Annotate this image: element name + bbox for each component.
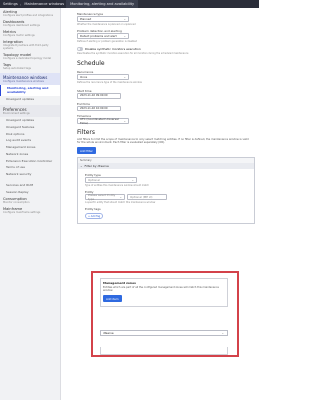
add-item-button[interactable]: Add item (103, 295, 122, 303)
entity-id-placeholder: Optional (ME id) (130, 195, 153, 200)
entity-id-input[interactable]: Optional (ME id) (127, 194, 167, 201)
filter-summary-value: Filter by dtserve (84, 164, 109, 169)
recurrence-select[interactable]: Once ⌄ (77, 74, 129, 80)
chevron-down-icon: ⌄ (123, 119, 126, 124)
maintenance-type-help: Whether the maintenance is planned or un… (77, 23, 136, 26)
entity-type-select[interactable]: Optional ⌄ (85, 177, 137, 184)
entity-type-value: Optional (88, 178, 100, 183)
entity-row: Please select Entity type ⌄ Optional (ME… (85, 193, 251, 202)
sidebar-group-consumption[interactable]: Consumption Monitor consumption (0, 195, 60, 205)
chevron-down-icon: ⌄ (119, 195, 122, 200)
add-tag-button[interactable]: + Add Tag (85, 213, 104, 220)
sidebar-item-session-replay[interactable]: Session Replay (0, 188, 60, 195)
toggle-switch[interactable] (77, 47, 83, 51)
sidebar-item-preference[interactable]: Log audit events (0, 137, 60, 144)
entity-type-placeholder: Please select Entity type (88, 193, 116, 202)
sidebar-item-preference[interactable]: Disk options (0, 130, 60, 137)
sidebar-group-desc: Integrate Dynatrace with third-party sys… (3, 44, 49, 50)
sidebar-item-preference[interactable]: Management zones (0, 144, 60, 151)
sidebar-group-desc: Configure dashboard settings (3, 24, 40, 27)
management-zones-title: Management zones (103, 281, 136, 285)
management-zones-highlight: Management zones Entities which are part… (91, 271, 239, 357)
entity-type-inline-select[interactable]: Please select Entity type ⌄ (85, 193, 125, 202)
schedule-heading: Schedule (77, 60, 105, 67)
timezone-select[interactable]: UTC (Coordinated Universal Time) ⌄ (77, 117, 129, 126)
management-zones-panel-footer (100, 347, 228, 355)
synthetic-help: Deactivates the synthetic monitors execu… (77, 52, 189, 55)
management-zones-desc: Entities which are part of all the confi… (103, 286, 219, 293)
end-time-label: End time (77, 101, 90, 106)
problem-detection-label: Problem detection and alerting (77, 29, 122, 33)
breadcrumb-settings[interactable]: Settings (0, 2, 20, 6)
entity-help: A specific entity that should match this… (85, 201, 156, 205)
sidebar-group-integration[interactable]: Integration Integrate Dynatrace with thi… (0, 38, 60, 51)
settings-sidebar: Alerting Configure alert profiles and in… (0, 8, 61, 400)
sidebar-group-metrics[interactable]: Metrics Configure metric settings (0, 28, 60, 38)
start-time-input[interactable]: 2023-11-02 09:00:00 (77, 93, 121, 99)
sidebar-group-desc: Configure maintenance windows (3, 80, 44, 83)
end-time-input[interactable]: 2023-11-02 10:00:00 (77, 105, 121, 112)
sidebar-group-mainframe[interactable]: Mainframe Configure mainframe settings (0, 205, 60, 215)
management-zone-value: dtserve (103, 331, 114, 335)
recurrence-value: Once (80, 75, 88, 79)
chevron-down-icon: ⌄ (123, 75, 126, 79)
timezone-value: UTC (Coordinated Universal Time) (80, 117, 119, 126)
problem-detection-help: Defines if alerting or problem generatio… (77, 40, 137, 43)
sidebar-group-desc: Configure a dedicated topology model (3, 57, 51, 60)
maintenance-type-value: Planned (80, 17, 92, 21)
filters-heading: Filters (77, 129, 95, 137)
sidebar-item-preference[interactable]: Terms of use (0, 164, 60, 171)
sidebar-item-preference[interactable]: Network security (0, 171, 60, 178)
maintenance-type-select[interactable]: Planned ⌄ (77, 16, 129, 22)
chevron-down-icon: ⌄ (80, 164, 83, 169)
sidebar-group-maintenance-windows[interactable]: Maintenance windows Configure maintenanc… (0, 73, 60, 85)
synthetic-toggle-row[interactable]: Disable synthetic monitors execution (77, 47, 259, 51)
chevron-down-icon: ⌄ (123, 17, 126, 21)
synthetic-toggle-label: Disable synthetic monitors execution (85, 47, 141, 51)
sidebar-item-monitoring-alerting-availability[interactable]: Monitoring, alerting and availability (0, 85, 60, 96)
filter-panel: Summary ⌄ Filter by dtserve Entity type … (77, 157, 255, 225)
sidebar-group-desc: Environment settings (3, 111, 30, 115)
sidebar-item-preference[interactable]: OneAgent features (0, 123, 60, 130)
sidebar-group-desc: Setup automated tags (3, 67, 31, 70)
breadcrumb-current-page: Monitoring, alerting and availability (66, 0, 139, 8)
sidebar-item-preference[interactable]: Extension Execution Controller (0, 157, 60, 164)
sidebar-group-alerting[interactable]: Alerting Configure alert profiles and in… (0, 8, 60, 18)
breadcrumb-maintenance-windows[interactable]: Maintenance windows (21, 2, 66, 6)
management-zone-select[interactable]: dtserve ⌄ (100, 330, 228, 336)
sidebar-group-desc: Monitor consumption (3, 201, 30, 205)
sidebar-item-services-and-rum[interactable]: Services and RUM (0, 182, 60, 189)
chevron-down-icon: ⌄ (221, 331, 224, 335)
sidebar-group-dashboards[interactable]: Dashboards Configure dashboard settings (0, 18, 60, 28)
top-breadcrumb-bar: Settings › Maintenance windows Monitorin… (0, 0, 259, 8)
problem-detection-value: Detect problems and alert (80, 34, 117, 38)
sidebar-group-preferences[interactable]: Preferences Environment settings (0, 104, 60, 117)
chevron-down-icon: ⌄ (131, 178, 134, 183)
recurrence-help: Defines the recurrence type of the maint… (77, 81, 142, 84)
problem-detection-select[interactable]: Detect problems and alert ⌄ (77, 33, 129, 39)
entity-type-help: Type of entities this maintenance window… (85, 184, 149, 188)
entity-tags-label: Entity tags (85, 207, 101, 212)
sidebar-group-tags[interactable]: Tags Setup automated tags (0, 61, 60, 71)
sidebar-item-preference[interactable]: OneAgent updates (0, 117, 60, 124)
sidebar-item-oneagent-updates[interactable]: OneAgent updates (0, 96, 60, 103)
management-zones-panel: Management zones Entities which are part… (100, 278, 228, 308)
add-filter-button[interactable]: Add filter (77, 147, 96, 155)
sidebar-group-desc: Configure mainframe settings (3, 211, 41, 215)
filter-panel-body: Entity type Optional ⌄ Type of entities … (78, 169, 254, 223)
sidebar-group-desc: Configure metric settings (3, 34, 35, 37)
filters-description: Add filters to limit the scope of mainte… (77, 137, 249, 144)
chevron-down-icon: ⌄ (123, 34, 126, 38)
sidebar-group-topology-model[interactable]: Topology model Configure a dedicated top… (0, 51, 60, 61)
sidebar-group-desc: Configure alert profiles and integration… (3, 14, 54, 17)
sidebar-item-preference[interactable]: Network zones (0, 150, 60, 157)
